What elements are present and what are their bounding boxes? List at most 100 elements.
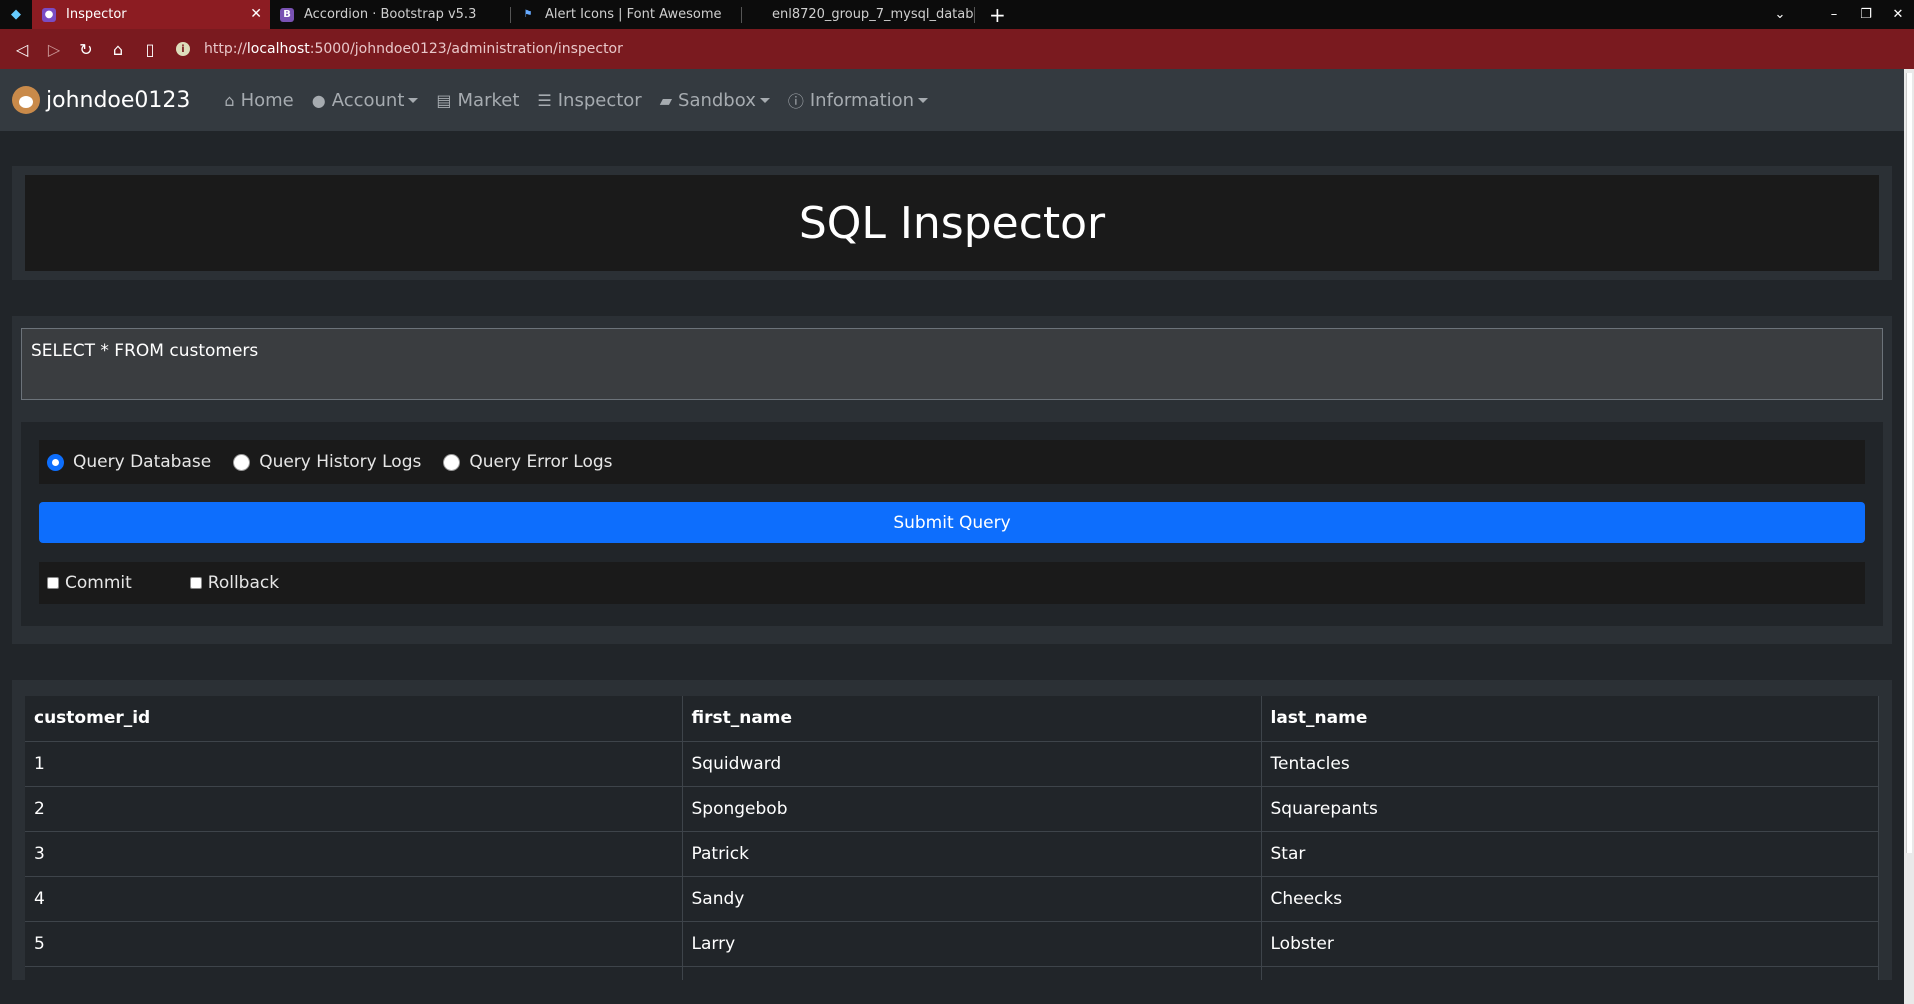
radio-unchecked-icon[interactable]	[443, 453, 461, 471]
table-row: 6 Bubble Bass	[25, 966, 1879, 980]
rollback-checkbox[interactable]: Rollback	[189, 573, 279, 593]
nav-label: Sandbox	[678, 89, 756, 111]
nav-market[interactable]: ▤ Market	[436, 90, 519, 111]
bootstrap-favicon-icon: B	[280, 7, 294, 22]
radio-query-history-logs[interactable]: Query History Logs	[233, 452, 421, 472]
nav-label: Account	[331, 89, 405, 111]
back-icon[interactable]: ◁	[6, 40, 38, 59]
url-host: localhost	[246, 41, 310, 57]
title-banner: SQL Inspector	[25, 175, 1879, 271]
table-cell: Patrick	[682, 831, 1262, 877]
commit-checkbox[interactable]: Commit	[47, 573, 132, 593]
url-path: :5000/johndoe0123/administration/inspect…	[309, 41, 623, 57]
bookmark-icon[interactable]: ▯	[134, 40, 166, 59]
table-cell: Sandy	[682, 876, 1262, 922]
close-window-icon[interactable]: ✕	[1882, 7, 1914, 22]
tab-divider	[974, 6, 975, 23]
scrollbar-thumb[interactable]	[1906, 73, 1912, 853]
query-card: SELECT * FROM customers Query Database Q…	[12, 316, 1892, 644]
table-cell: Tentacles	[1261, 741, 1879, 787]
submit-query-button[interactable]: Submit Query	[39, 502, 1865, 543]
tab-title: Alert Icons | Font Awesome	[545, 7, 722, 22]
site-navbar: johndoe0123 ⌂ Home ● Account ▤ Market ☰ …	[0, 69, 1904, 131]
reload-icon[interactable]: ↻	[70, 40, 102, 59]
table-cell: 1	[25, 741, 683, 787]
column-header: last_name	[1261, 696, 1879, 742]
nav-inspector[interactable]: ☰ Inspector	[537, 90, 641, 111]
table-cell: 4	[25, 876, 683, 922]
table-cell: Cheecks	[1261, 876, 1879, 922]
table-row: 1 Squidward Tentacles	[25, 741, 1879, 787]
table-cell: Lobster	[1261, 921, 1879, 967]
results-table: customer_id first_name last_name 1 Squid…	[25, 696, 1879, 980]
radio-query-error-logs[interactable]: Query Error Logs	[443, 452, 613, 472]
table-cell: Bass	[1261, 966, 1879, 980]
home-browser-icon[interactable]: ⌂	[102, 40, 134, 59]
table-cell: 3	[25, 831, 683, 877]
nav-label: Home	[240, 89, 294, 111]
new-tab-icon[interactable]: +	[989, 3, 1006, 27]
flag-favicon-icon: ⚑	[523, 9, 533, 20]
checkbox-icon[interactable]	[189, 577, 202, 589]
tab-title: Inspector	[66, 7, 127, 22]
folder-icon: ▰	[659, 90, 673, 110]
forward-icon[interactable]: ▷	[38, 40, 70, 59]
nav-label: Information	[809, 89, 915, 111]
close-tab-icon[interactable]: ✕	[250, 6, 262, 22]
query-mode-group: Query Database Query History Logs Query …	[39, 440, 1865, 484]
table-cell: 2	[25, 786, 683, 832]
browser-tab-mysql[interactable]: enl8720_group_7_mysql_datab	[742, 0, 974, 29]
table-cell: Larry	[682, 921, 1262, 967]
radio-query-database[interactable]: Query Database	[47, 452, 211, 472]
radio-label: Query History Logs	[259, 452, 422, 472]
radio-checked-icon[interactable]	[47, 453, 64, 471]
table-row: 3 Patrick Star	[25, 831, 1879, 877]
title-card: SQL Inspector	[12, 166, 1892, 280]
column-header: customer_id	[25, 696, 683, 742]
radio-label: Query Database	[73, 452, 212, 472]
table-cell: Squidward	[682, 741, 1262, 787]
browser-brave-icon[interactable]: ◆	[0, 7, 32, 22]
page-scrollbar[interactable]	[1904, 69, 1914, 1004]
site-info-icon[interactable]: i	[176, 42, 190, 56]
url-prefix: http://	[204, 41, 247, 57]
checkbox-label: Commit	[65, 573, 132, 593]
window-controls: ⌄ – ❐ ✕	[1764, 0, 1914, 29]
caret-down-icon	[918, 97, 929, 103]
table-cell: 6	[25, 966, 683, 980]
home-icon: ⌂	[224, 90, 235, 110]
table-row: 2 Spongebob Squarepants	[25, 786, 1879, 832]
browser-tab-accordion[interactable]: B Accordion · Bootstrap v5.3	[270, 0, 510, 29]
page-title: SQL Inspector	[798, 197, 1106, 249]
radio-unchecked-icon[interactable]	[233, 453, 251, 471]
main-content: SQL Inspector SELECT * FROM customers Qu…	[12, 166, 1892, 980]
tab-title: Accordion · Bootstrap v5.3	[304, 7, 477, 22]
minimize-icon[interactable]: –	[1818, 7, 1850, 22]
nav-account-dropdown[interactable]: ● Account	[312, 90, 419, 111]
info-icon: ⓘ	[787, 92, 804, 111]
sql-query-input[interactable]: SELECT * FROM customers	[21, 328, 1883, 400]
caret-down-icon	[759, 97, 770, 103]
nav-label: Inspector	[557, 89, 642, 111]
nav-information-dropdown[interactable]: ⓘ Information	[787, 88, 929, 112]
nav-label: Market	[457, 89, 520, 111]
inspector-favicon-icon: ●	[42, 7, 56, 22]
browser-tab-inspector[interactable]: ● Inspector ✕	[32, 0, 270, 29]
table-header-row: customer_id first_name last_name	[25, 696, 1879, 742]
restore-icon[interactable]: ❐	[1850, 7, 1882, 22]
dog-avatar-icon	[12, 86, 40, 114]
sliders-icon: ☰	[537, 90, 552, 110]
transaction-options: Commit Rollback	[39, 562, 1865, 604]
nav-home[interactable]: ⌂ Home	[224, 90, 293, 111]
user-icon: ●	[311, 90, 326, 110]
table-cell: Squarepants	[1261, 786, 1879, 832]
nav-sandbox-dropdown[interactable]: ▰ Sandbox	[660, 90, 770, 111]
address-bar[interactable]: i http:// localhost :5000/johndoe0123/ad…	[176, 41, 623, 57]
table-cell: Spongebob	[682, 786, 1262, 832]
checkbox-icon[interactable]	[47, 577, 59, 589]
brand-name: johndoe0123	[46, 87, 191, 113]
tab-list-chevron-icon[interactable]: ⌄	[1764, 7, 1796, 22]
brand-link[interactable]: johndoe0123	[12, 86, 190, 114]
browser-tab-alert-icons[interactable]: ⚑ Alert Icons | Font Awesome	[511, 0, 741, 29]
store-icon: ▤	[436, 90, 452, 110]
